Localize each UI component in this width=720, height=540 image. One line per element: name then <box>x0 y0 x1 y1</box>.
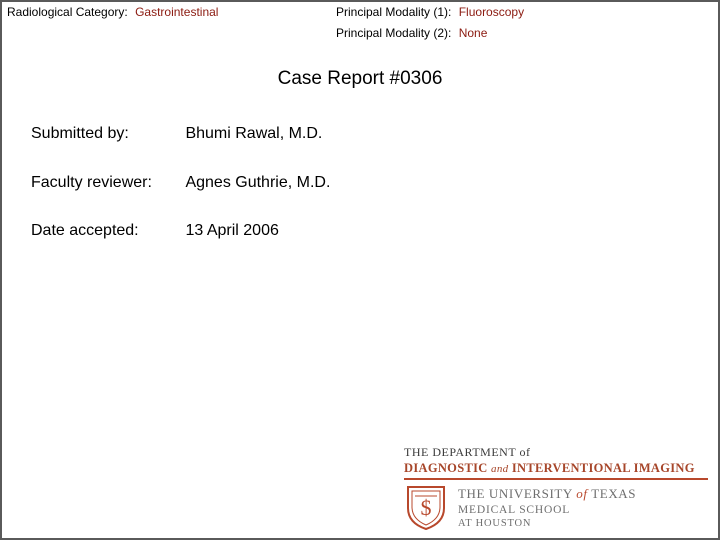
faculty-reviewer-row: Faculty reviewer: Agnes Guthrie, M.D. <box>31 173 330 193</box>
principal-modality-1: Principal Modality (1): Fluoroscopy <box>336 5 524 19</box>
department-name-and: and <box>491 463 509 475</box>
logo-divider <box>404 478 708 480</box>
date-accepted-label: Date accepted: <box>31 222 139 239</box>
modality1-label: Principal Modality (1): <box>336 5 452 19</box>
houston-line: AT HOUSTON <box>458 518 532 529</box>
submitted-by-label: Submitted by: <box>31 125 129 142</box>
university-name: THE UNIVERSITY of TEXAS <box>458 486 636 502</box>
principal-modality-2: Principal Modality (2): None <box>336 26 487 40</box>
university-name-a: THE UNIVERSITY <box>458 486 573 501</box>
submitted-by-value: Bhumi Rawal, M.D. <box>185 125 323 142</box>
department-line-1: THE DEPARTMENT of <box>404 445 531 459</box>
page-title: Case Report #0306 <box>277 68 443 89</box>
date-accepted-value: 13 April 2006 <box>185 222 279 239</box>
submitted-by-row: Submitted by: Bhumi Rawal, M.D. <box>31 124 322 144</box>
university-name-b: TEXAS <box>591 486 637 501</box>
svg-text:$: $ <box>421 495 432 520</box>
university-name-of: of <box>576 486 588 501</box>
category-label: Radiological Category: <box>7 5 128 19</box>
faculty-reviewer-label: Faculty reviewer: <box>31 174 152 191</box>
department-name-a: DIAGNOSTIC <box>404 461 488 475</box>
modality1-value: Fluoroscopy <box>458 5 525 19</box>
university-seal-icon: $ <box>407 486 445 530</box>
department-logo: THE DEPARTMENT of DIAGNOSTIC and INTERVE… <box>404 442 716 534</box>
case-report-slide: Radiological Category: Gastrointestinal … <box>0 0 720 540</box>
faculty-reviewer-value: Agnes Guthrie, M.D. <box>185 174 331 191</box>
radiological-category: Radiological Category: Gastrointestinal <box>7 5 218 19</box>
department-name-b: INTERVENTIONAL IMAGING <box>511 461 695 475</box>
modality2-label: Principal Modality (2): <box>336 26 452 40</box>
modality2-value: None <box>458 26 488 40</box>
medical-school-line: MEDICAL SCHOOL <box>458 504 571 516</box>
date-accepted-row: Date accepted: 13 April 2006 <box>31 221 279 241</box>
category-value: Gastrointestinal <box>135 5 219 19</box>
department-line-2: DIAGNOSTIC and INTERVENTIONAL IMAGING <box>404 461 695 476</box>
